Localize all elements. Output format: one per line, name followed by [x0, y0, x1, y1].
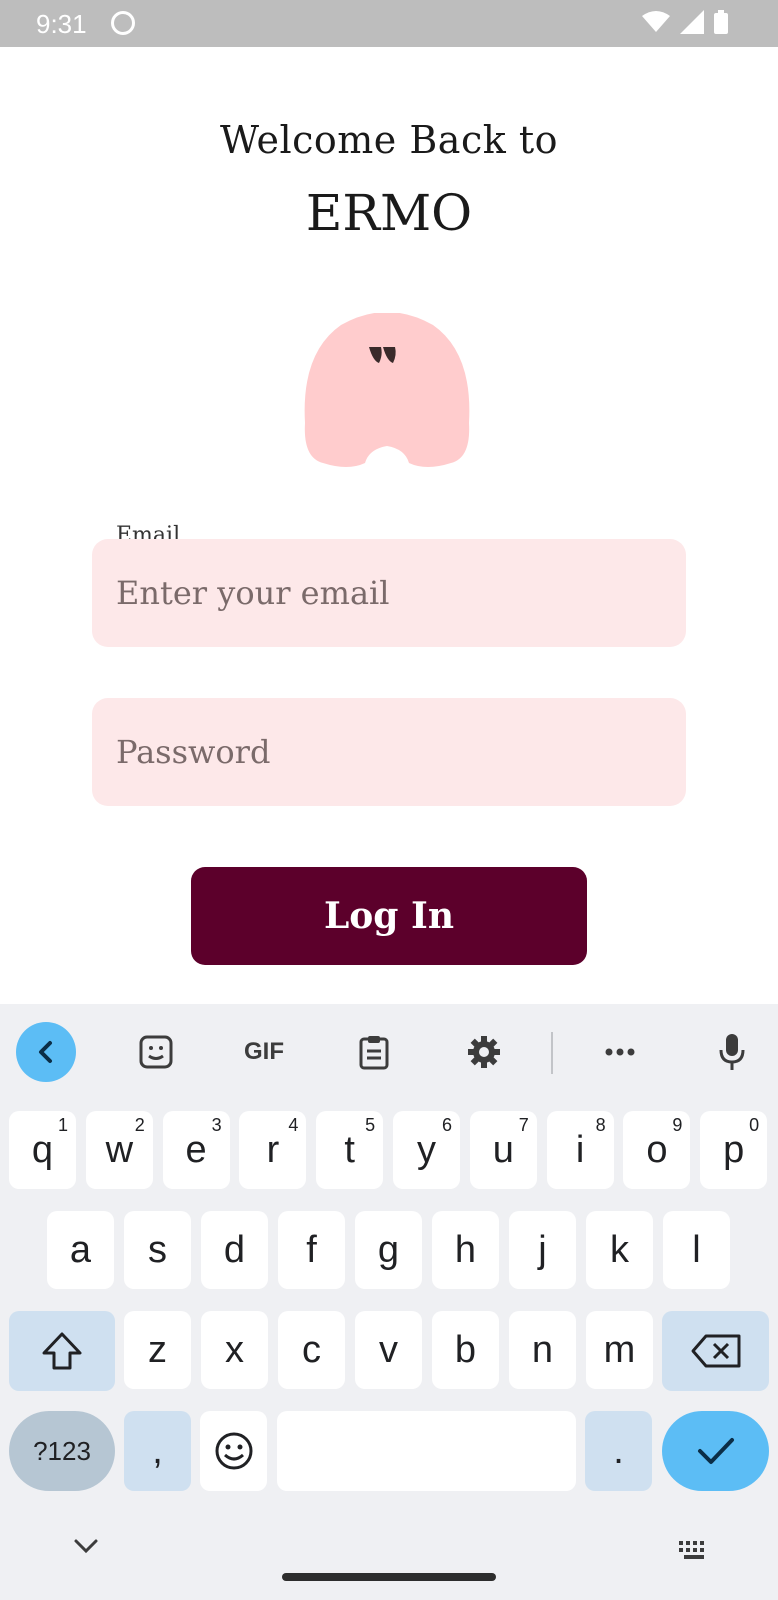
key-number-hint: 3 [211, 1115, 222, 1135]
key-number-hint: 8 [595, 1115, 606, 1135]
key-q[interactable]: q1 [9, 1111, 76, 1189]
key-number-hint: 1 [57, 1115, 68, 1135]
mascot-logo [304, 313, 470, 467]
key-letter: u [492, 1128, 514, 1171]
key-letter: e [185, 1128, 207, 1171]
key-o[interactable]: o9 [623, 1111, 691, 1189]
key-x[interactable]: x [201, 1311, 268, 1389]
backspace-icon [691, 1334, 740, 1368]
key-r[interactable]: r4 [239, 1111, 307, 1189]
soft-keyboard: GIF q1w2e3r4t5y6u7i8o9p0 asdfghjkl zxcvb… [0, 1004, 778, 1600]
wifi-icon [642, 11, 670, 32]
enter-key[interactable] [662, 1411, 769, 1491]
key-t[interactable]: t5 [316, 1111, 384, 1189]
backspace-key[interactable] [662, 1311, 769, 1391]
password-field[interactable]: Password [92, 698, 686, 806]
key-d[interactable]: d [201, 1211, 268, 1289]
key-number-hint: 6 [441, 1115, 452, 1135]
key-number-hint: 4 [288, 1115, 299, 1135]
key-e[interactable]: e3 [162, 1111, 230, 1189]
key-n[interactable]: n [509, 1311, 576, 1389]
key-b[interactable]: b [432, 1311, 499, 1389]
key-w[interactable]: w2 [85, 1111, 153, 1189]
emoji-icon [215, 1432, 252, 1470]
check-icon [697, 1438, 734, 1464]
key-y[interactable]: y6 [393, 1111, 460, 1189]
key-letter: i [575, 1128, 585, 1171]
spacebar-key[interactable] [277, 1411, 576, 1491]
status-time: 9:31 [36, 9, 87, 39]
key-number-hint: 7 [518, 1115, 529, 1135]
key-letter: o [646, 1128, 668, 1171]
settings-gear-icon[interactable] [454, 1022, 514, 1082]
key-number-hint: 2 [134, 1115, 145, 1135]
key-number-hint: 9 [672, 1115, 683, 1135]
more-options-icon[interactable] [590, 1022, 650, 1082]
key-letter: r [266, 1128, 280, 1171]
hide-keyboard-chevron-icon[interactable] [72, 1536, 100, 1556]
key-letter: p [723, 1128, 745, 1171]
period-key[interactable]: . [585, 1411, 652, 1491]
brand-title: ERMO [305, 184, 473, 242]
key-c[interactable]: c [278, 1311, 345, 1389]
symbols-key[interactable]: ?123 [9, 1411, 115, 1491]
key-h[interactable]: h [432, 1211, 499, 1289]
key-s[interactable]: s [124, 1211, 191, 1289]
clipboard-icon[interactable] [344, 1022, 404, 1082]
signal-icon [680, 10, 704, 34]
key-number-hint: 0 [749, 1115, 760, 1135]
login-button[interactable]: Log In [191, 867, 587, 965]
key-i[interactable]: i8 [546, 1111, 614, 1189]
key-letter: q [31, 1128, 54, 1171]
status-bar: 9:31 [0, 0, 778, 47]
gif-button[interactable]: GIF [234, 1022, 294, 1082]
shift-key[interactable] [9, 1311, 115, 1391]
home-gesture-bar[interactable] [282, 1573, 496, 1581]
key-m[interactable]: m [586, 1311, 653, 1389]
key-a[interactable]: a [47, 1211, 114, 1289]
key-letter: t [344, 1128, 355, 1171]
notification-app-icon [111, 11, 135, 35]
key-g[interactable]: g [355, 1211, 422, 1289]
status-icons [642, 10, 728, 34]
keyboard-back-icon[interactable] [16, 1022, 76, 1082]
key-j[interactable]: j [509, 1211, 576, 1289]
shift-icon [42, 1332, 82, 1370]
key-letter: w [105, 1128, 134, 1171]
key-z[interactable]: z [124, 1311, 191, 1389]
toolbar-divider [551, 1032, 553, 1074]
password-placeholder: Password [116, 733, 271, 771]
key-u[interactable]: u7 [469, 1111, 537, 1189]
comma-key[interactable]: , [124, 1411, 191, 1491]
key-v[interactable]: v [355, 1311, 422, 1389]
keyboard-toolbar: GIF [0, 1004, 778, 1100]
emoji-key[interactable] [200, 1411, 267, 1491]
key-number-hint: 5 [365, 1115, 376, 1135]
key-letter: y [417, 1128, 436, 1171]
key-f[interactable]: f [278, 1211, 345, 1289]
microphone-icon[interactable] [702, 1022, 762, 1082]
email-placeholder: Enter your email [116, 574, 390, 612]
key-l[interactable]: l [663, 1211, 730, 1289]
key-p[interactable]: p0 [700, 1111, 768, 1189]
welcome-heading: Welcome Back to [220, 118, 558, 162]
keyboard-switch-icon[interactable] [678, 1540, 710, 1562]
key-k[interactable]: k [586, 1211, 653, 1289]
email-field[interactable]: Enter your email [92, 539, 686, 647]
battery-icon [714, 10, 728, 34]
sticker-icon[interactable] [126, 1022, 186, 1082]
